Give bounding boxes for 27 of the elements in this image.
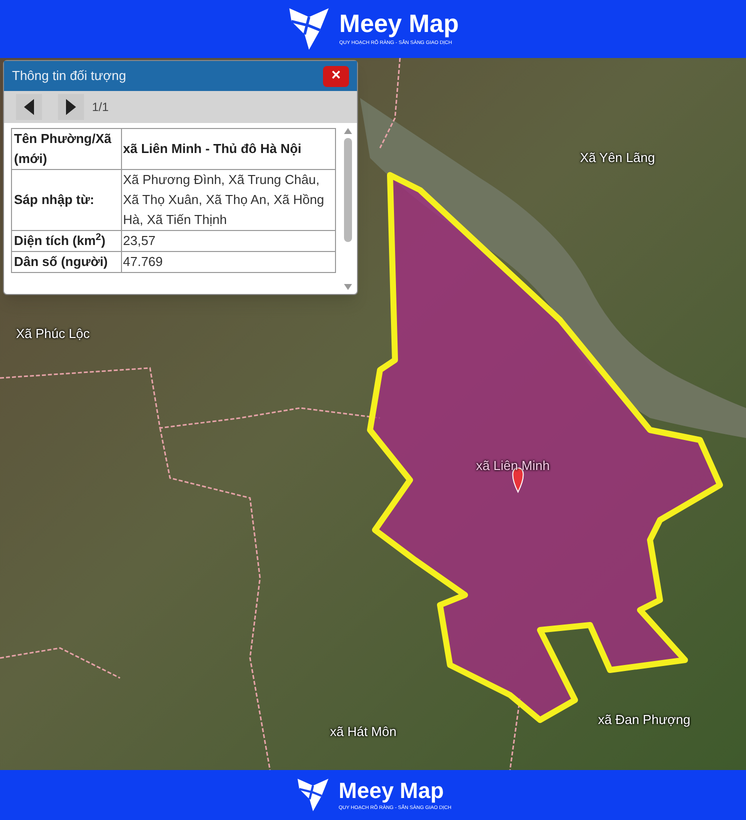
popup-title: Thông tin đối tượng <box>12 67 126 86</box>
place-label: xã Đan Phượng <box>598 711 690 729</box>
scroll-down-icon <box>344 284 352 290</box>
left-triangle-icon <box>24 99 34 115</box>
place-label: xã Liên Minh <box>476 457 550 475</box>
field-value: 23,57 <box>122 230 336 252</box>
previous-button[interactable] <box>16 94 42 120</box>
right-triangle-icon <box>66 99 76 115</box>
scroll-up-icon <box>344 128 352 134</box>
field-value: Xã Phương Đình, Xã Trung Châu, Xã Thọ Xuân, Xã Thọ An, Xã Hồng Hà, Xã Tiến Thịnh <box>122 170 336 230</box>
field-value: 47.769 <box>122 252 336 272</box>
brand-name: Meey Map <box>338 780 445 802</box>
field-label: Dân số (người) <box>12 252 122 272</box>
scrollbar-thumb[interactable] <box>344 138 352 242</box>
field-value: xã Liên Minh - Thủ đô Hà Nội <box>122 128 336 170</box>
logo-icon <box>287 6 332 52</box>
field-label: Diện tích (km$^{2}$) <box>12 230 122 252</box>
place-label: xã Hát Môn <box>330 723 396 741</box>
logo-icon <box>294 777 331 813</box>
page-counter: 1/1 <box>92 99 109 116</box>
next-button[interactable] <box>58 94 84 120</box>
brand-name: Meey Map <box>339 12 459 37</box>
place-label: Xã Phúc Lộc <box>16 325 90 343</box>
field-label: Sáp nhập từ: <box>12 170 122 230</box>
close-button[interactable]: × <box>323 66 349 86</box>
field-label: Tên Phường/Xã (mới) <box>12 128 122 170</box>
place-label: Xã Yên Lãng <box>580 149 655 167</box>
